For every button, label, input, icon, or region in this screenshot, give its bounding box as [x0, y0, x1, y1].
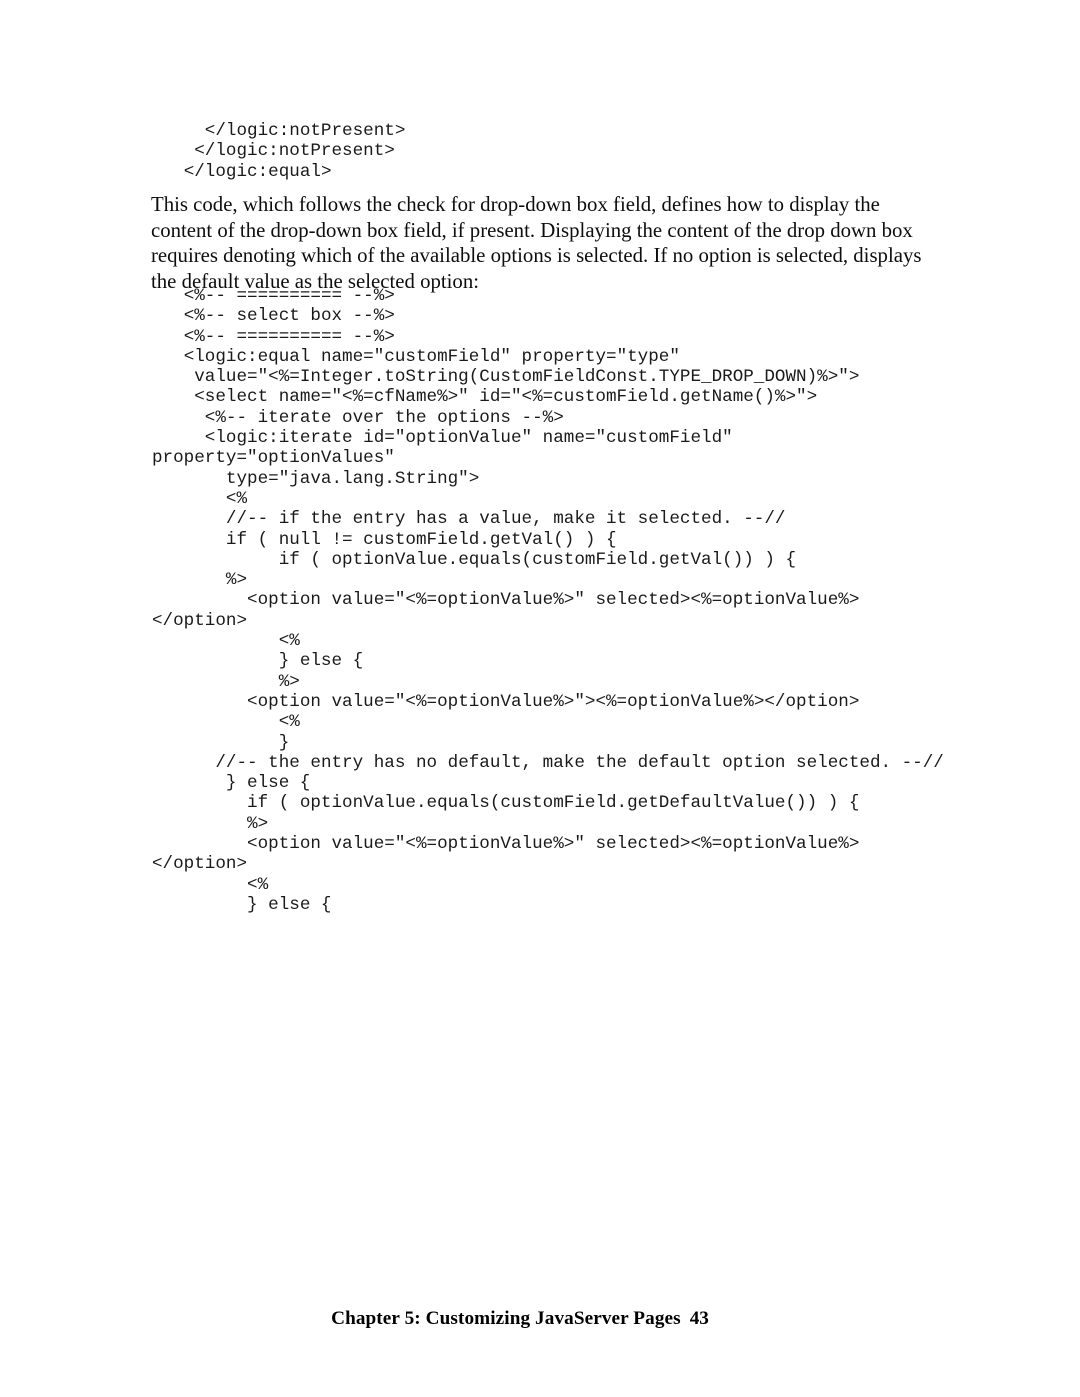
code-line: <logic:iterate id="optionValue" name="cu… [152, 428, 744, 469]
code-line: <% [152, 874, 269, 895]
code-line: <option value="<%=optionValue%>" selecte… [152, 834, 860, 875]
code-line: %> [152, 671, 300, 692]
code-line: </logic:notPresent> [152, 121, 406, 141]
code-line: type="java.lang.String"> [152, 468, 480, 489]
code-line: } else { [152, 894, 332, 915]
code-line: <% [152, 631, 300, 652]
body-paragraph: This code, which follows the check for d… [151, 193, 922, 293]
code-line: //-- if the entry has a value, make it s… [152, 509, 786, 530]
footer-page-number: 43 [689, 1308, 709, 1329]
code-line: <select name="<%=cfName%>" id="<%=custom… [152, 387, 818, 408]
page-footer: Chapter 5: Customizing JavaServer Pages 4… [0, 1308, 1080, 1330]
code-line: } [152, 732, 290, 753]
code-line: <option value="<%=optionValue%>" selecte… [152, 590, 860, 631]
code-line: <%-- select box --%> [152, 306, 395, 327]
code-line: value="<%=Integer.toString(CustomFieldCo… [152, 367, 860, 388]
code-line: if ( optionValue.equals(customField.getV… [152, 549, 797, 570]
code-line: if ( null != customField.getVal() ) { [152, 529, 617, 550]
code-line: %> [152, 570, 248, 591]
code-line: } else { [152, 773, 311, 794]
code-line: </logic:notPresent> [152, 141, 395, 162]
code-block-continuation: </logic:notPresent> </logic:notPresent> … [152, 121, 952, 182]
code-line: <%-- iterate over the options --%> [152, 407, 564, 428]
document-page: </logic:notPresent> </logic:notPresent> … [0, 0, 1080, 1397]
code-line: if ( optionValue.equals(customField.getD… [152, 793, 860, 814]
code-line: <% [152, 712, 300, 733]
code-line: <logic:equal name="customField" property… [152, 346, 680, 367]
code-line: <option value="<%=optionValue%>"><%=opti… [152, 691, 860, 712]
code-line: <%-- ========== --%> [152, 326, 395, 347]
footer-chapter-title: Chapter 5: Customizing JavaServer Pages [331, 1308, 681, 1329]
code-line: <% [152, 488, 248, 509]
code-line: </logic:equal> [152, 161, 332, 182]
code-line: } else { [152, 651, 364, 672]
code-line: <%-- ========== --%> [152, 286, 395, 306]
code-line: //-- the entry has no default, make the … [152, 752, 944, 773]
code-line: %> [152, 813, 269, 834]
code-block-select-box: <%-- ========== --%> <%-- select box --%… [152, 286, 952, 915]
